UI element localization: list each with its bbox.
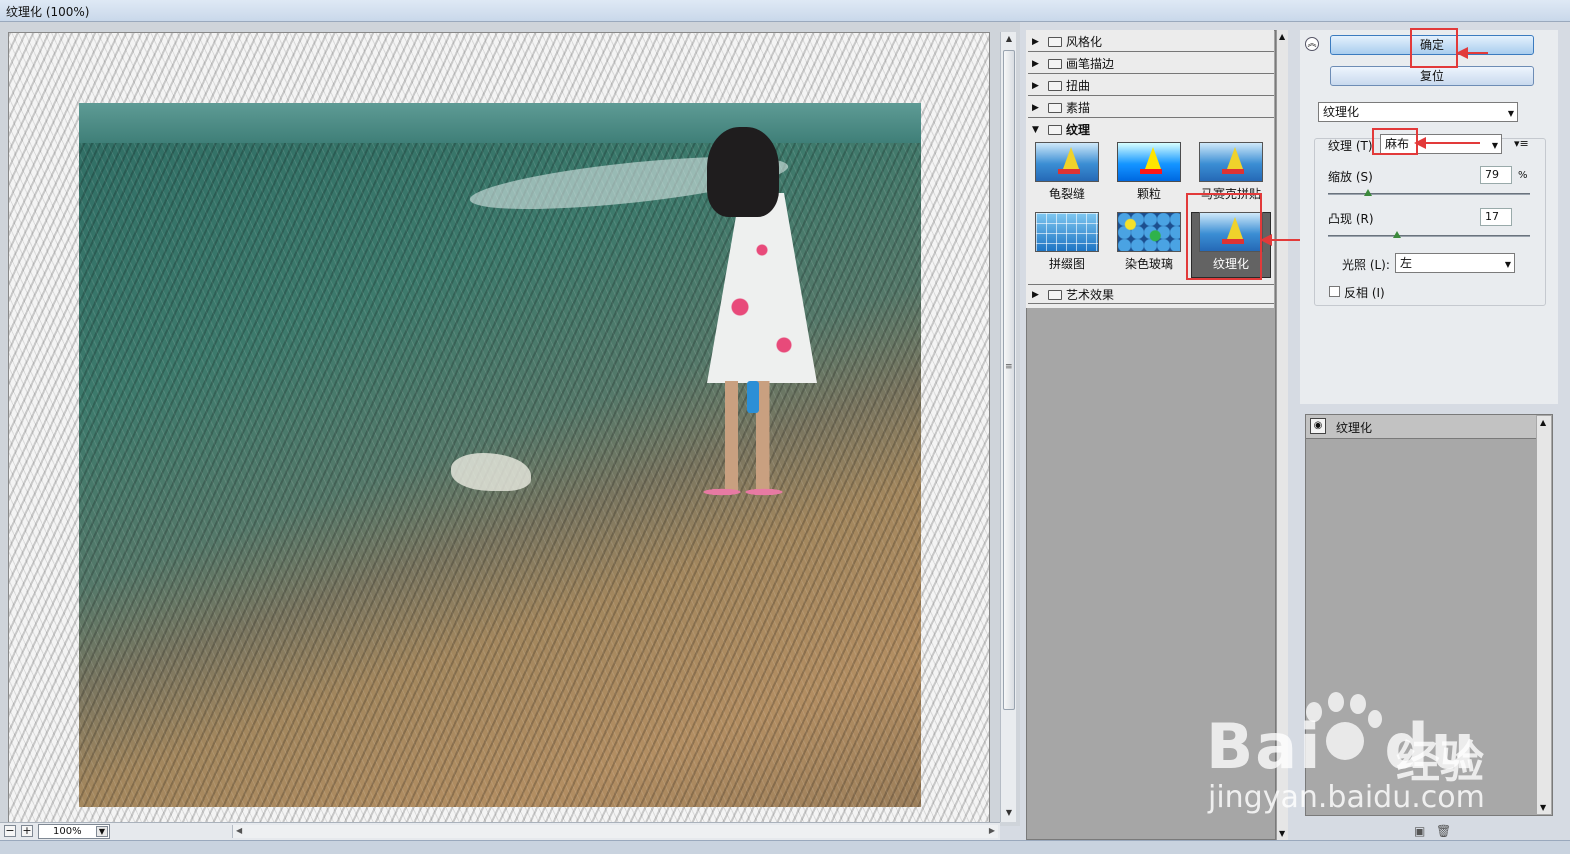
category-sketch[interactable]: ▶ 素描 bbox=[1028, 98, 1274, 118]
filter-craquelure[interactable]: 龟裂缝 bbox=[1032, 142, 1102, 204]
relief-slider[interactable] bbox=[1328, 235, 1530, 237]
layers-scrollbar[interactable]: ▲ ▼ bbox=[1537, 416, 1551, 814]
preview-zoom-bar: − + 100% ▼ ◀ ▶ bbox=[0, 822, 1000, 840]
light-label: 光照 (L): bbox=[1342, 258, 1390, 272]
scaling-unit: % bbox=[1518, 170, 1528, 181]
window-title-bar: 纹理化 (100%) bbox=[0, 0, 1570, 22]
annotation-box-ok bbox=[1410, 28, 1458, 68]
annotation-arrow-icon bbox=[1414, 137, 1480, 149]
scroll-left-icon[interactable]: ◀ bbox=[236, 826, 242, 835]
chevron-down-icon: ▼ bbox=[1504, 260, 1511, 269]
scrollbar-thumb[interactable] bbox=[1003, 50, 1015, 710]
annotation-box-texture bbox=[1372, 128, 1418, 155]
photo-girl-hair bbox=[707, 127, 779, 217]
double-chevron-up-icon[interactable]: ︽ bbox=[1305, 37, 1319, 51]
expand-arrow-icon: ▶ bbox=[1032, 59, 1039, 69]
photo-girl-dress bbox=[707, 193, 817, 383]
category-texture[interactable]: ▼ 纹理 bbox=[1028, 120, 1274, 140]
scaling-field[interactable]: 79 bbox=[1480, 166, 1512, 184]
annotation-arrow-icon bbox=[1260, 234, 1300, 246]
preview-photo bbox=[79, 103, 921, 807]
window-title: 纹理化 (100%) bbox=[6, 5, 90, 19]
expand-arrow-icon: ▶ bbox=[1032, 81, 1039, 91]
filter-stained-glass[interactable]: 染色玻璃 bbox=[1114, 212, 1184, 274]
invert-checkbox[interactable] bbox=[1329, 286, 1340, 297]
filter-select[interactable]: 纹理化 ▼ bbox=[1318, 102, 1518, 122]
open-folder-icon bbox=[1048, 125, 1062, 135]
scaling-slider[interactable] bbox=[1328, 193, 1530, 195]
relief-label: 凸现 (R) bbox=[1328, 212, 1374, 226]
scroll-up-icon[interactable]: ▲ bbox=[1540, 418, 1546, 427]
light-select[interactable]: 左 ▼ bbox=[1395, 253, 1515, 273]
chevron-down-icon: ▼ bbox=[1491, 141, 1498, 150]
category-artistic[interactable]: ▶ 艺术效果 bbox=[1028, 284, 1274, 304]
photo-sea bbox=[79, 103, 921, 143]
scaling-slider-handle[interactable] bbox=[1364, 189, 1373, 196]
expand-arrow-icon: ▶ bbox=[1032, 37, 1039, 47]
scroll-up-icon[interactable]: ▲ bbox=[1004, 34, 1014, 44]
invert-label: 反相 (I) bbox=[1344, 286, 1385, 300]
photo-toy bbox=[747, 381, 759, 413]
filter-thumbnail bbox=[1199, 142, 1263, 182]
effect-layers-panel bbox=[1305, 414, 1553, 816]
folder-icon bbox=[1048, 59, 1062, 69]
scrollbar-grip-icon: ≡ bbox=[1005, 362, 1013, 372]
texture-label: 纹理 (T) bbox=[1328, 139, 1373, 153]
zoom-out-button[interactable]: − bbox=[4, 825, 16, 837]
scroll-down-icon[interactable]: ▼ bbox=[1004, 808, 1014, 818]
menu-lines-icon[interactable]: ▾≡ bbox=[1514, 137, 1529, 150]
filter-thumbnail bbox=[1117, 142, 1181, 182]
expand-arrow-icon: ▶ bbox=[1032, 103, 1039, 113]
eye-icon[interactable]: ◉ bbox=[1310, 418, 1326, 434]
preview-horizontal-scrollbar[interactable]: ◀ ▶ bbox=[232, 825, 998, 838]
zoom-dropdown-icon[interactable]: ▼ bbox=[96, 826, 108, 837]
photo-girl-shoes bbox=[701, 481, 785, 503]
category-stylize[interactable]: ▶ 风格化 bbox=[1028, 32, 1274, 52]
folder-icon bbox=[1048, 290, 1062, 300]
filter-thumbnail bbox=[1035, 142, 1099, 182]
expand-arrow-icon: ▶ bbox=[1032, 290, 1039, 300]
preview-vertical-scrollbar[interactable]: ▲ ≡ ▼ bbox=[1000, 32, 1016, 822]
folder-icon bbox=[1048, 81, 1062, 91]
preview-canvas[interactable] bbox=[8, 32, 990, 824]
gallery-scrollbar[interactable]: ▲ ▼ bbox=[1276, 30, 1288, 840]
filter-thumbnail bbox=[1117, 212, 1181, 252]
scroll-up-icon[interactable]: ▲ bbox=[1279, 32, 1285, 41]
category-distort[interactable]: ▶ 扭曲 bbox=[1028, 76, 1274, 96]
annotation-arrow-icon bbox=[1456, 47, 1488, 59]
trash-icon[interactable]: 🗑 bbox=[1436, 824, 1451, 838]
new-layer-icon[interactable]: ▣ bbox=[1414, 824, 1425, 838]
filter-grain[interactable]: 颗粒 bbox=[1114, 142, 1184, 204]
effect-layer-row[interactable]: ◉ 纹理化 bbox=[1306, 415, 1536, 439]
reset-button[interactable]: 复位 bbox=[1330, 66, 1534, 86]
chevron-down-icon: ▼ bbox=[1507, 109, 1514, 118]
scroll-right-icon[interactable]: ▶ bbox=[989, 826, 995, 835]
photo-foam bbox=[451, 453, 531, 491]
collapse-arrow-icon: ▼ bbox=[1032, 125, 1039, 135]
relief-slider-handle[interactable] bbox=[1392, 231, 1401, 238]
folder-icon bbox=[1048, 103, 1062, 113]
category-brush-strokes[interactable]: ▶ 画笔描边 bbox=[1028, 54, 1274, 74]
annotation-box-texturizer bbox=[1186, 193, 1262, 280]
status-bar bbox=[0, 840, 1570, 854]
zoom-in-button[interactable]: + bbox=[21, 825, 33, 837]
scroll-down-icon[interactable]: ▼ bbox=[1540, 803, 1546, 812]
scaling-label: 缩放 (S) bbox=[1328, 170, 1373, 184]
filter-thumbnail bbox=[1035, 212, 1099, 252]
filter-patchwork[interactable]: 拼缀图 bbox=[1032, 212, 1102, 274]
relief-field[interactable]: 17 bbox=[1480, 208, 1512, 226]
folder-icon bbox=[1048, 37, 1062, 47]
scroll-down-icon[interactable]: ▼ bbox=[1279, 829, 1285, 838]
